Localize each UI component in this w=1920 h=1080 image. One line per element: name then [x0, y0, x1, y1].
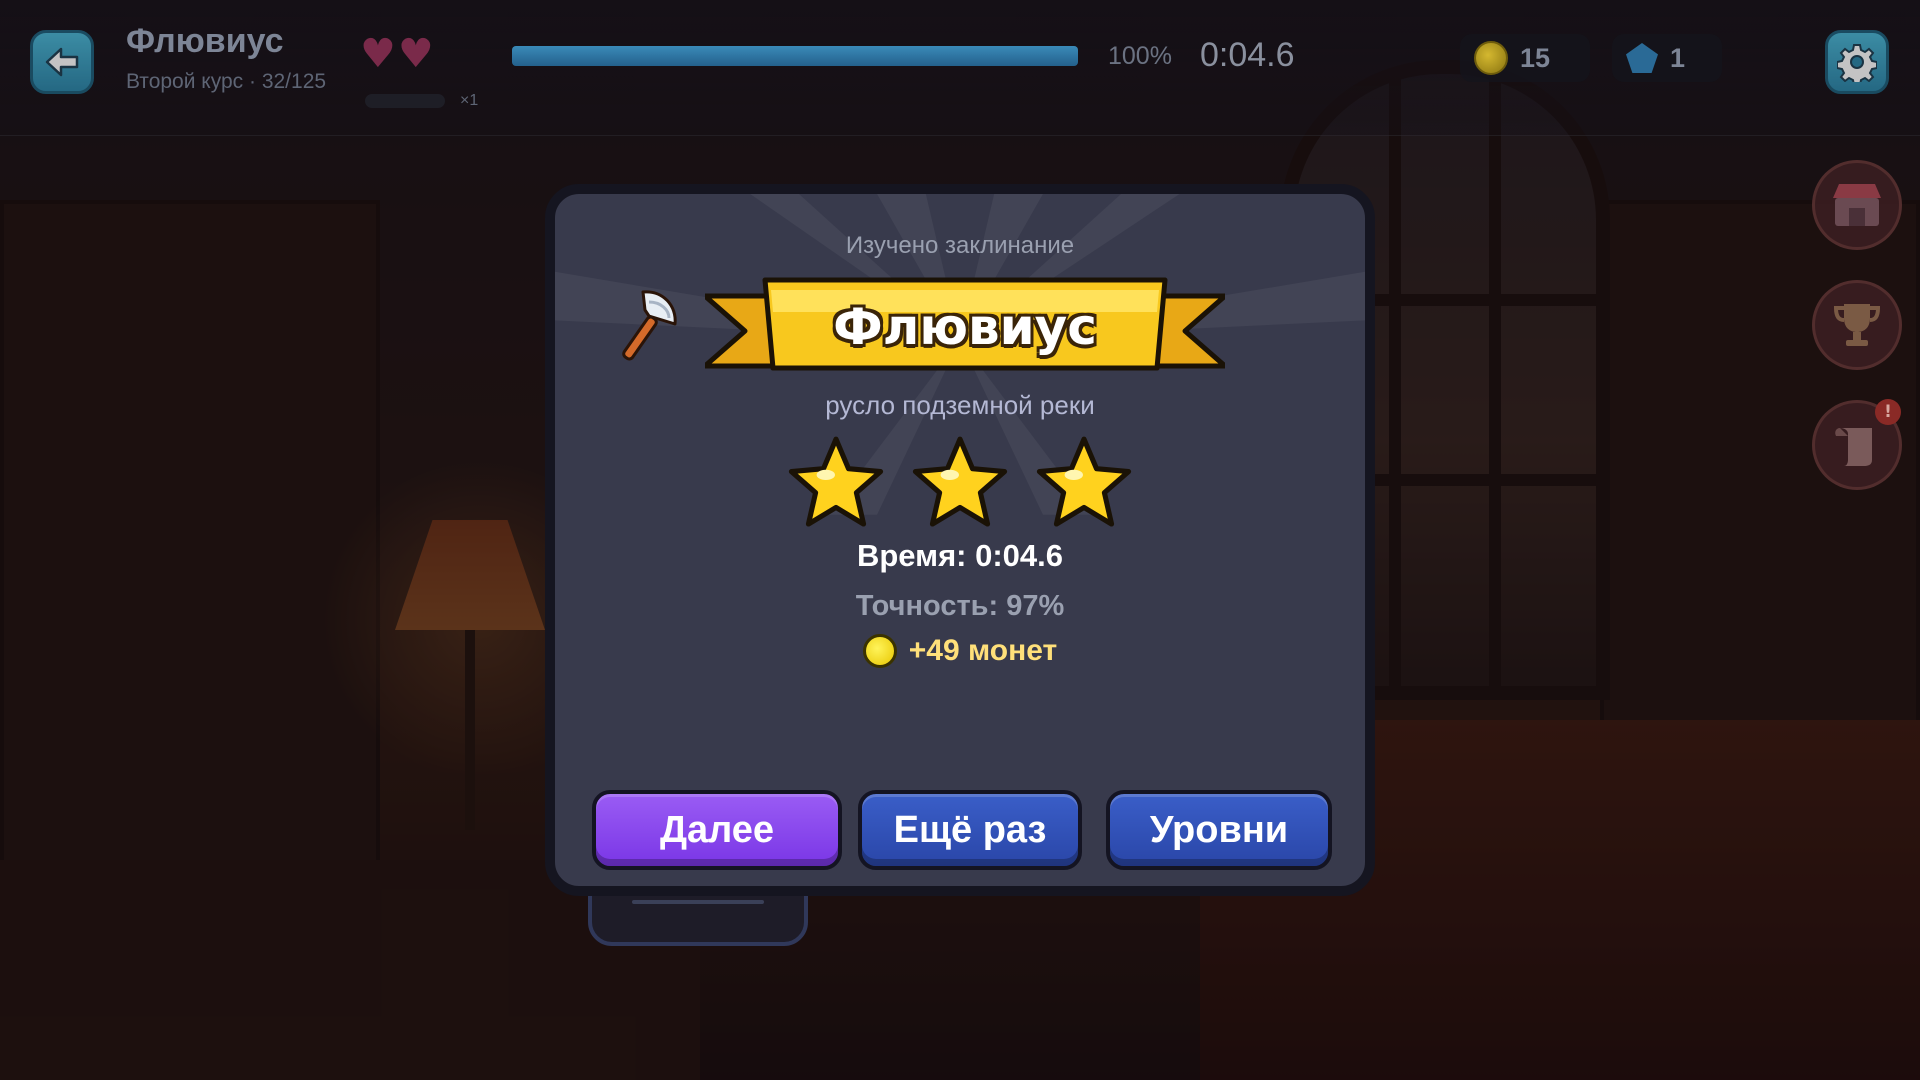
progress-percent: 100% [1108, 42, 1172, 70]
combo-bar [365, 94, 445, 108]
spell-name: Флювиус [833, 298, 1097, 356]
top-hud: Флювиус Второй курс · 32/125 ♥ ♥ ×1 100%… [0, 0, 1920, 136]
back-arrow-icon [45, 47, 79, 77]
scroll-button[interactable]: ! [1812, 399, 1902, 490]
settings-button[interactable] [1825, 30, 1889, 94]
heart-icon: ♥ [360, 31, 396, 77]
spell-meaning: русло подземной реки [825, 390, 1095, 420]
spell-ribbon: Флювиус [702, 276, 1228, 386]
level-title: Флювиус [126, 22, 284, 60]
stars-rating [555, 432, 1365, 534]
next-button[interactable]: Далее [592, 790, 842, 870]
heart-icon: ♥ [397, 31, 434, 77]
scroll-icon [1835, 428, 1872, 466]
star-icon [788, 436, 884, 527]
gear-icon [1837, 44, 1877, 82]
retry-button[interactable]: Ещё раз [858, 790, 1082, 870]
back-button[interactable] [30, 30, 94, 94]
lives-indicator: ♥ ♥ [360, 34, 434, 74]
level-progress-fill [512, 46, 1078, 66]
coin-icon [1474, 41, 1508, 75]
reward-text: +49 монет [908, 634, 1058, 667]
accuracy-stat: Точность: 97% [855, 590, 1065, 622]
level-progress-bar [512, 46, 1078, 66]
trophy-icon [1833, 304, 1881, 346]
coins-value: 15 [1520, 42, 1551, 73]
level-subtitle: Второй курс · 32/125 [126, 70, 327, 93]
gem-icon [1626, 43, 1658, 73]
axe-icon [622, 290, 677, 361]
shop-button[interactable] [1812, 160, 1902, 250]
trophy-button[interactable] [1812, 280, 1902, 370]
gems-value: 1 [1670, 42, 1686, 73]
gems-counter: 1 [1612, 34, 1722, 82]
combo-multiplier: ×1 [460, 92, 479, 109]
level-complete-dialog: Изучено заклинание Флювиус русло подземн… [545, 184, 1375, 896]
shop-icon [1833, 184, 1881, 226]
coins-counter: 15 [1460, 34, 1590, 82]
notification-badge: ! [1875, 399, 1901, 425]
star-icon [1036, 436, 1132, 527]
dialog-caption: Изучено заклинание [845, 232, 1075, 259]
coin-reward: +49 монет [555, 634, 1365, 668]
time-stat: Время: 0:04.6 [856, 538, 1063, 573]
timer: 0:04.6 [1200, 36, 1295, 74]
levels-button[interactable]: Уровни [1106, 790, 1332, 870]
coin-icon [862, 634, 897, 668]
star-icon [912, 436, 1008, 527]
